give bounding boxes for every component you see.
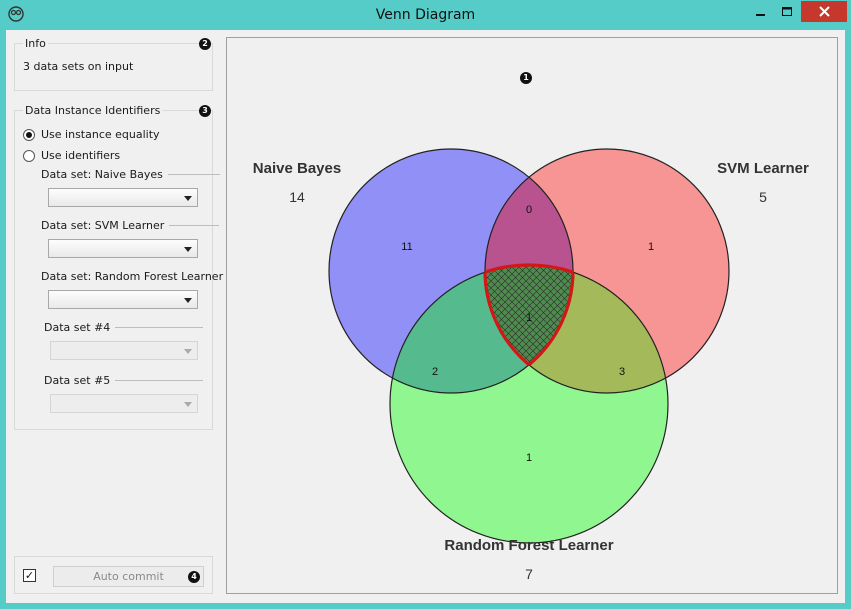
radio-instance-equality-label: Use instance equality (41, 128, 160, 141)
minimize-button[interactable] (748, 2, 774, 22)
dataset-combo-5[interactable] (50, 394, 198, 413)
identifiers-title: Data Instance Identifiers (23, 104, 163, 117)
identifiers-badge: 3 (199, 105, 211, 117)
title-bar: Venn Diagram (0, 0, 851, 30)
identifiers-box: Data Instance Identifiers 3 Use instance… (14, 104, 223, 430)
maximize-button[interactable] (774, 2, 800, 22)
dropdown-arrow-icon (184, 349, 192, 354)
region-count-naive-svm: 0 (526, 204, 532, 216)
set-size-random-forest: 7 (525, 566, 533, 582)
radio-identifiers-label: Use identifiers (41, 149, 121, 162)
set-label-svm-learner: SVM Learner (717, 160, 809, 177)
region-count-naive-rf: 2 (432, 366, 438, 378)
dropdown-arrow-icon (184, 247, 192, 252)
set-label-random-forest: Random Forest Learner (444, 537, 613, 554)
minimize-icon (756, 14, 765, 16)
commit-badge: 4 (188, 571, 200, 583)
region-count-naive-only: 11 (401, 241, 412, 253)
info-badge: 2 (199, 38, 211, 50)
radio-button-checked[interactable] (23, 128, 35, 141)
auto-commit-button[interactable]: Auto commit (53, 566, 204, 587)
dataset-label-5: Data set #5 (44, 374, 204, 387)
dropdown-arrow-icon (184, 298, 192, 303)
info-title: Info (23, 37, 48, 50)
region-count-svm-only: 1 (648, 241, 654, 253)
info-text: 3 data sets on input (23, 60, 134, 73)
close-icon (818, 6, 830, 17)
set-label-naive-bayes: Naive Bayes (253, 160, 341, 177)
dataset-label-random-forest: Data set: Random Forest Learner (41, 270, 224, 283)
dataset-combo-4[interactable] (50, 341, 198, 360)
venn-canvas: 1 Naive Bayes 14 SVM Learner 5 Random Fo… (226, 37, 838, 594)
set-size-svm-learner: 5 (759, 189, 767, 205)
radio-instance-equality[interactable]: Use instance equality (23, 128, 160, 141)
dataset-combo-svm[interactable] (48, 239, 198, 258)
dropdown-arrow-icon (184, 402, 192, 407)
window-title: Venn Diagram (375, 7, 476, 23)
dataset-combo-random-forest[interactable] (48, 290, 198, 309)
dataset-label-4: Data set #4 (44, 321, 204, 334)
venn-diagram: Naive Bayes 14 SVM Learner 5 Random Fore… (253, 148, 809, 582)
radio-identifiers[interactable]: Use identifiers (23, 149, 120, 162)
region-count-svm-rf: 3 (619, 366, 625, 378)
info-box: Info 2 3 data sets on input (14, 37, 213, 91)
set-size-naive-bayes: 14 (289, 189, 305, 205)
radio-button[interactable] (23, 149, 35, 162)
dataset-combo-naive-bayes[interactable] (48, 188, 198, 207)
region-count-rf-only: 1 (526, 452, 532, 464)
region-count-all-three: 1 (526, 312, 532, 324)
commit-box: ✓ Auto commit 4 (14, 556, 213, 594)
close-button[interactable] (801, 1, 847, 22)
dropdown-arrow-icon (184, 196, 192, 201)
maximize-icon (781, 6, 792, 16)
auto-commit-checkbox[interactable]: ✓ (23, 569, 36, 582)
dataset-label-svm: Data set: SVM Learner (41, 219, 220, 232)
dataset-label-naive-bayes: Data set: Naive Bayes (41, 168, 220, 181)
